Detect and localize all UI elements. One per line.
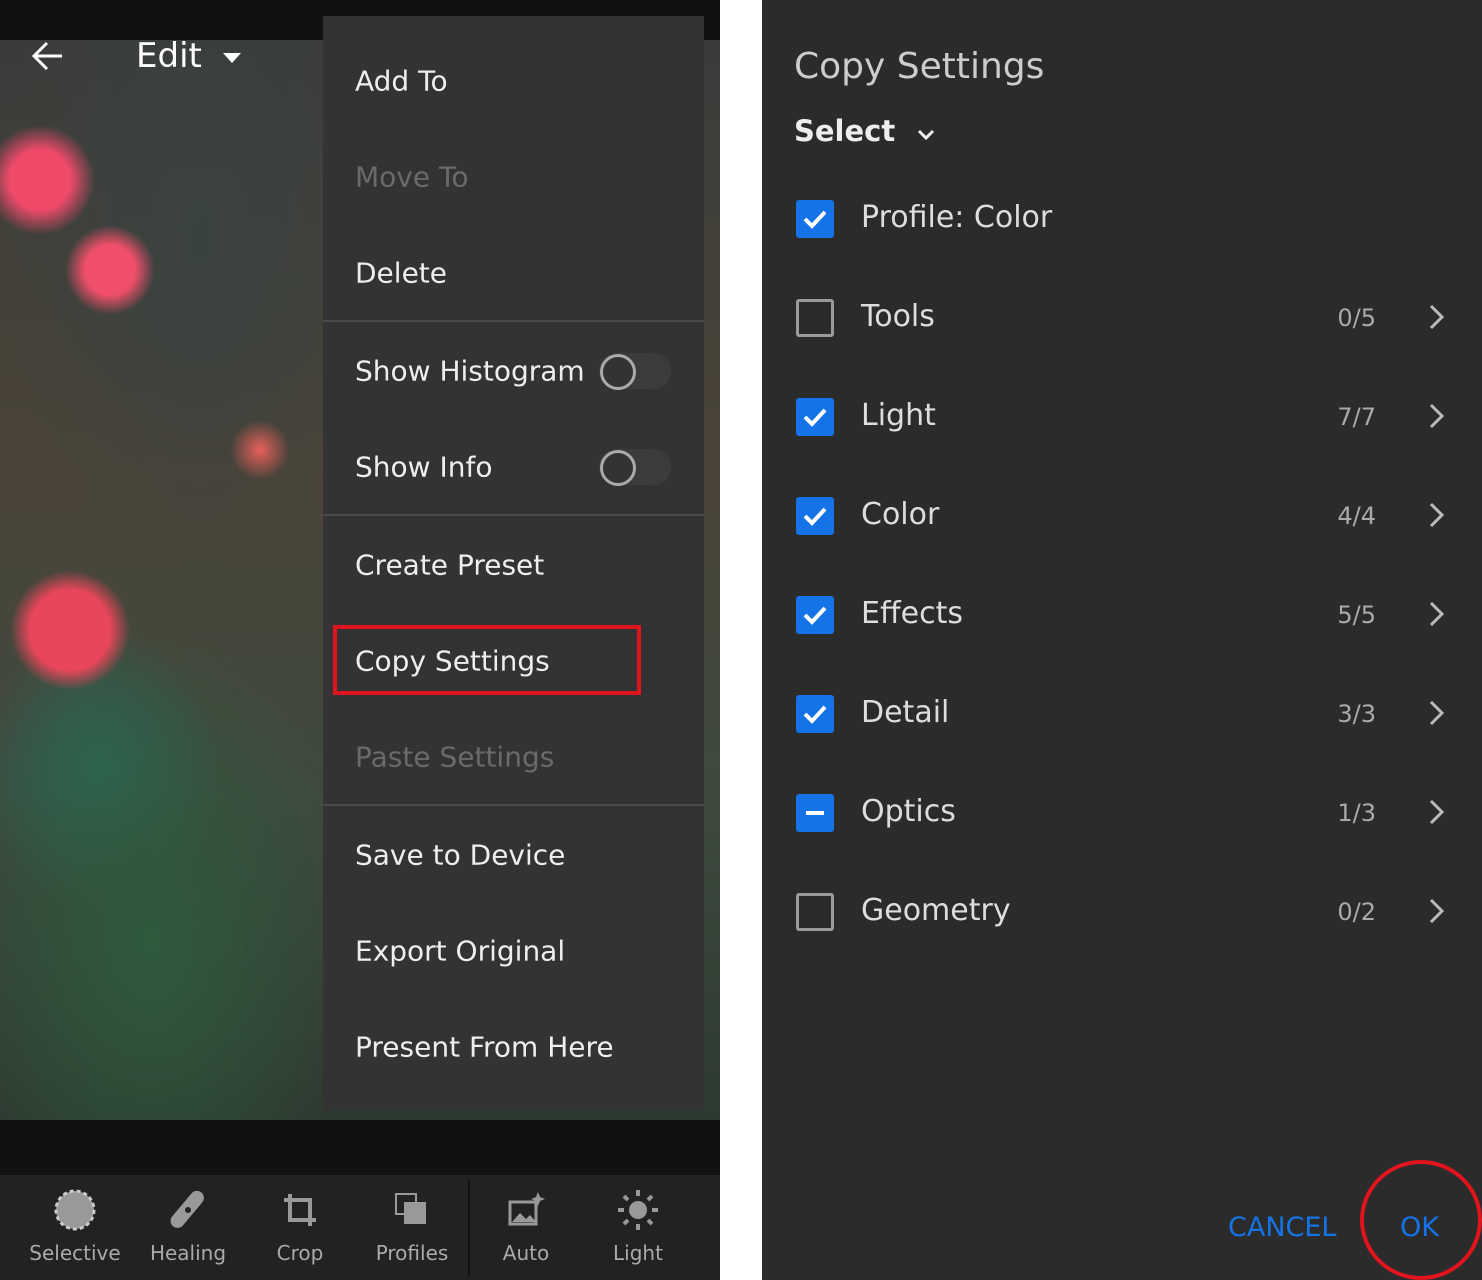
- menu-item-show-info[interactable]: Show Info: [355, 451, 492, 484]
- tool-healing[interactable]: Healing: [133, 1175, 243, 1280]
- setting-count: 0/5: [1337, 304, 1376, 332]
- checkmark-icon: [803, 705, 827, 724]
- edit-mode-dropdown[interactable]: Edit: [136, 36, 241, 76]
- back-arrow-icon: [31, 41, 62, 71]
- chevron-right-icon[interactable]: [1426, 302, 1448, 332]
- chevron-right-icon[interactable]: [1426, 599, 1448, 629]
- back-button[interactable]: [30, 38, 66, 78]
- menu-item-move-to: Move To: [355, 160, 469, 194]
- chevron-right-icon[interactable]: [1426, 500, 1448, 530]
- setting-checkbox[interactable]: [796, 398, 834, 436]
- caret-down-icon: [222, 52, 241, 63]
- checkmark-icon: [803, 408, 827, 427]
- checkmark-icon: [803, 210, 827, 229]
- menu-item-save-to-device[interactable]: Save to Device: [355, 839, 565, 872]
- dialog-title: Copy Settings: [794, 46, 1045, 87]
- select-dropdown[interactable]: Select: [794, 114, 935, 148]
- menu-divider: [323, 514, 704, 516]
- bandage-icon: [170, 1190, 204, 1228]
- setting-row[interactable]: Effects 5/5: [762, 585, 1482, 645]
- setting-label: Profile: Color: [861, 200, 1053, 235]
- selective-icon: [54, 1189, 96, 1231]
- chevron-right-icon[interactable]: [1426, 797, 1448, 827]
- toolbar-separator: [468, 1180, 470, 1276]
- options-menu: Add To Move To Delete Show Histogram Sho…: [323, 16, 704, 1110]
- setting-row[interactable]: Detail 3/3: [762, 684, 1482, 744]
- setting-checkbox[interactable]: [796, 200, 834, 238]
- minus-icon: [806, 811, 824, 815]
- checkmark-icon: [803, 507, 827, 526]
- setting-label: Detail: [861, 695, 950, 730]
- setting-checkbox[interactable]: [796, 596, 834, 634]
- setting-row[interactable]: Profile: Color: [762, 189, 1482, 249]
- setting-label: Tools: [861, 299, 935, 334]
- chevron-right-icon[interactable]: [1426, 401, 1448, 431]
- setting-count: 0/2: [1337, 898, 1376, 926]
- copy-settings-highlight: [333, 625, 641, 695]
- bottom-toolbar: Selective Healing Crop Profiles Auto Lig…: [0, 1175, 720, 1280]
- setting-label: Optics: [861, 794, 956, 829]
- select-label: Select: [794, 114, 896, 148]
- setting-label: Color: [861, 497, 940, 532]
- setting-count: 4/4: [1337, 502, 1376, 530]
- setting-checkbox[interactable]: [796, 893, 834, 931]
- setting-checkbox[interactable]: [796, 794, 834, 832]
- menu-item-show-histogram[interactable]: Show Histogram: [355, 355, 585, 388]
- menu-divider: [323, 320, 704, 322]
- menu-item-paste-settings: Paste Settings: [355, 740, 555, 774]
- tool-selective[interactable]: Selective: [20, 1175, 130, 1280]
- ok-highlight-circle: [1360, 1160, 1482, 1280]
- chevron-down-icon: [918, 129, 935, 141]
- menu-item-create-preset[interactable]: Create Preset: [355, 549, 544, 582]
- show-histogram-toggle[interactable]: [599, 353, 671, 390]
- tool-light[interactable]: Light: [583, 1175, 693, 1280]
- setting-row[interactable]: Light 7/7: [762, 387, 1482, 447]
- setting-count: 1/3: [1337, 799, 1376, 827]
- edit-mode-label: Edit: [136, 36, 202, 76]
- setting-row[interactable]: Color 4/4: [762, 486, 1482, 546]
- menu-item-delete[interactable]: Delete: [355, 257, 447, 290]
- setting-row[interactable]: Optics 1/3: [762, 783, 1482, 843]
- show-info-toggle[interactable]: [599, 449, 671, 486]
- tool-crop[interactable]: Crop: [245, 1175, 355, 1280]
- checkmark-icon: [803, 606, 827, 625]
- setting-checkbox[interactable]: [796, 497, 834, 535]
- setting-checkbox[interactable]: [796, 695, 834, 733]
- tool-auto[interactable]: Auto: [471, 1175, 581, 1280]
- sun-icon: [618, 1190, 658, 1230]
- chevron-right-icon[interactable]: [1426, 698, 1448, 728]
- menu-divider: [323, 804, 704, 806]
- setting-label: Light: [861, 398, 936, 433]
- cancel-button[interactable]: CANCEL: [1228, 1212, 1336, 1243]
- setting-count: 3/3: [1337, 700, 1376, 728]
- setting-count: 5/5: [1337, 601, 1376, 629]
- profiles-icon: [395, 1193, 426, 1224]
- setting-row[interactable]: Geometry 0/2: [762, 882, 1482, 942]
- menu-item-present-from-here[interactable]: Present From Here: [355, 1031, 614, 1064]
- menu-item-add-to[interactable]: Add To: [355, 65, 448, 98]
- editor-panel: Edit Add To Move To Delete Show Histogra…: [0, 0, 720, 1280]
- chevron-right-icon[interactable]: [1426, 896, 1448, 926]
- setting-count: 7/7: [1337, 403, 1376, 431]
- tool-profiles[interactable]: Profiles: [357, 1175, 467, 1280]
- menu-item-export-original[interactable]: Export Original: [355, 935, 565, 968]
- copy-settings-dialog: Copy Settings Select Profile: Color Tools…: [762, 0, 1482, 1280]
- crop-icon: [284, 1194, 316, 1226]
- setting-label: Geometry: [861, 893, 1011, 928]
- setting-label: Effects: [861, 596, 963, 631]
- auto-icon: [508, 1192, 545, 1226]
- setting-checkbox[interactable]: [796, 299, 834, 337]
- setting-row[interactable]: Tools 0/5: [762, 288, 1482, 348]
